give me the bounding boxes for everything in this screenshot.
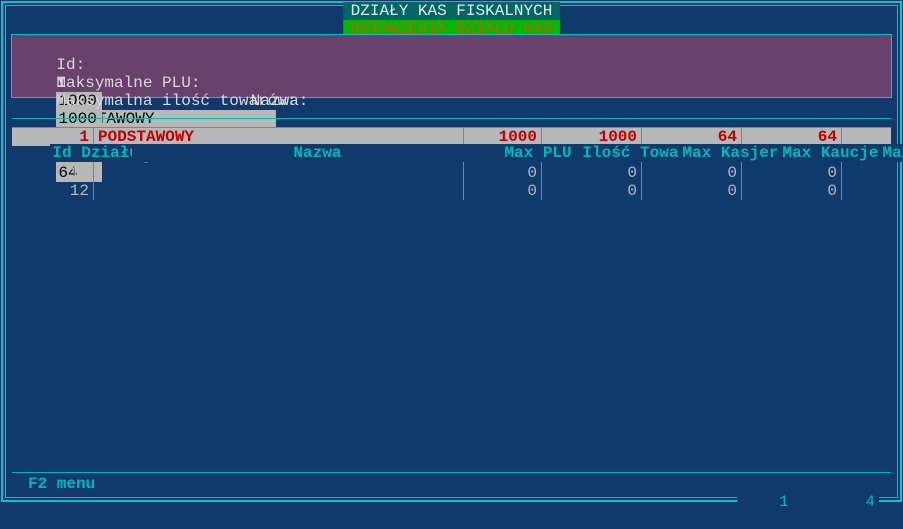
- col-max-plu: Max PLU: [502, 144, 580, 162]
- table-row[interactable]: 110000: [12, 164, 891, 182]
- window-title-outer: DZIAŁY KAS FISKALNYCH: [343, 2, 561, 20]
- max-plu-label: Maksymalne PLU:: [56, 74, 286, 92]
- id-label: Id:: [56, 56, 116, 74]
- pos-total: 4: [865, 493, 875, 511]
- f2-menu-hint[interactable]: F2 menu: [24, 475, 99, 493]
- col-id: Id Działu: [50, 144, 132, 162]
- col-max: Max: [880, 144, 903, 162]
- table-header: Id DziałuNazwaMax PLUIlość TowaMax Kasje…: [12, 108, 891, 128]
- table-body: 1PODSTAWOWY10001000646410000011000012000…: [12, 128, 891, 200]
- footer: F2 menu 1 4: [12, 472, 891, 492]
- form-panel: Id: 1 Nazwa: PODSTAWOWY Maksymalne PLU: …: [11, 34, 892, 98]
- col-ilosc-towa: Ilość Towa: [580, 144, 680, 162]
- col-max-kasjer: Max Kasjer: [680, 144, 780, 162]
- table-area: Id DziałuNazwaMax PLUIlość TowaMax Kasje…: [12, 108, 891, 478]
- col-nazwa: Nazwa: [132, 144, 502, 162]
- table-row[interactable]: 120000: [12, 182, 891, 200]
- pos-current: 1: [779, 493, 789, 511]
- col-max-kaucje: Max Kaucje: [780, 144, 880, 162]
- footer-position: 1 4: [737, 475, 879, 529]
